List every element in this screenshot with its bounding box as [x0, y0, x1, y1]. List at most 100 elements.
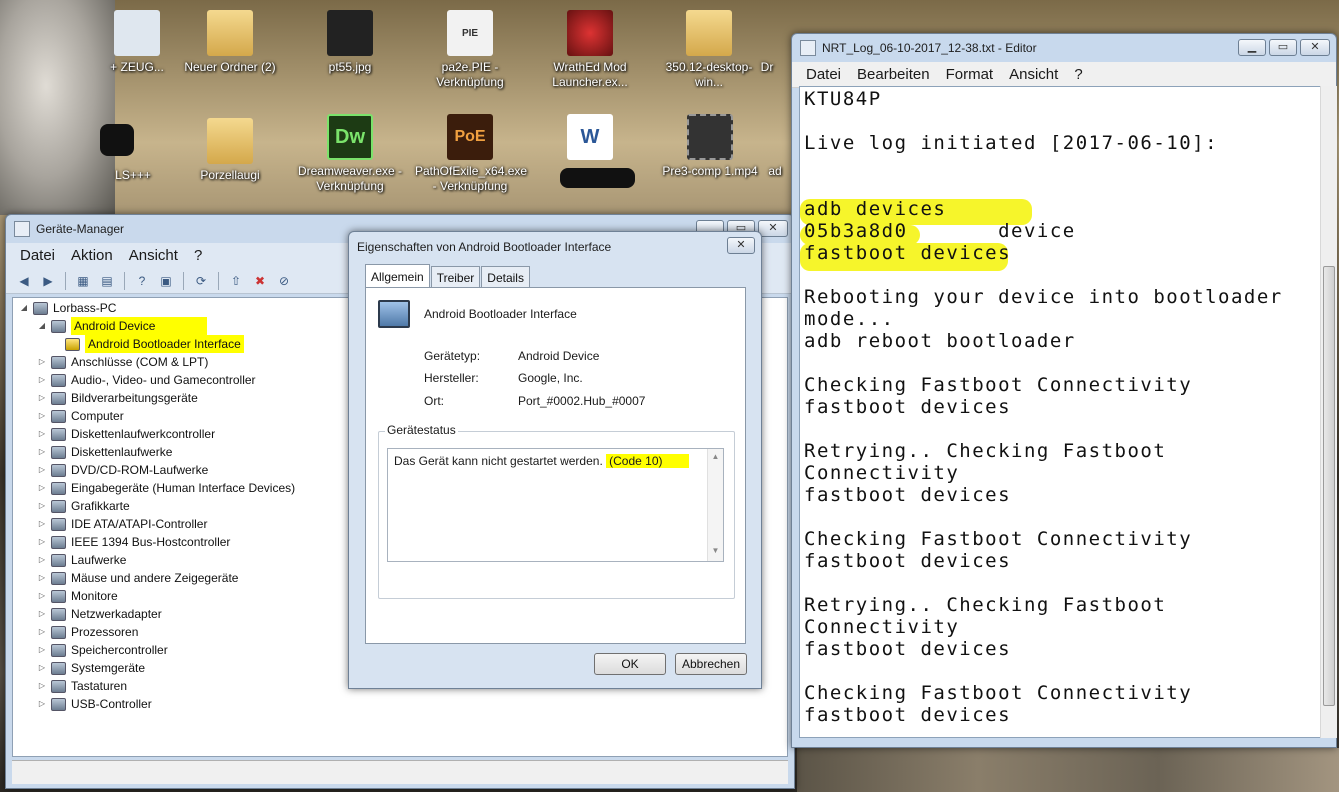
tree-item[interactable]: ▷ Grafikkarte: [37, 497, 130, 515]
close-button[interactable]: ✕: [1300, 39, 1330, 56]
tree-item[interactable]: ▷ Netzwerkadapter: [37, 605, 162, 623]
expand-arrow-icon[interactable]: ▷: [37, 407, 47, 425]
tree-item[interactable]: ▷ Tastaturen: [37, 677, 127, 695]
notepad-text-area[interactable]: KTU84P Live log initiated [2017-06-10]: ad…: [799, 86, 1321, 738]
tree-item[interactable]: ▷ Audio-, Video- und Gamecontroller: [37, 371, 256, 389]
back-arrow-icon[interactable]: ◀: [14, 272, 34, 290]
notepad-scrollbar[interactable]: [1320, 86, 1337, 738]
desktop-icon[interactable]: WrathEd Mod Launcher.ex...: [535, 10, 645, 90]
menu-ansicht[interactable]: Ansicht: [1001, 64, 1066, 85]
tree-item[interactable]: ▷ Diskettenlaufwerke: [37, 443, 172, 461]
expand-arrow-icon[interactable]: ▷: [37, 371, 47, 389]
expand-arrow-icon[interactable]: ▷: [37, 695, 47, 713]
expand-arrow-icon[interactable]: ▷: [37, 641, 47, 659]
desktop-icon[interactable]: PoE PathOfExile_x64.exe - Verknüpfung: [415, 114, 527, 194]
tree-item[interactable]: ▷ Computer: [37, 407, 124, 425]
image-icon: [327, 10, 373, 56]
expand-arrow-icon[interactable]: ▷: [37, 659, 47, 677]
shortcut-icon: PIE: [447, 10, 493, 56]
ok-button[interactable]: OK: [594, 653, 666, 675]
tree-item-android-device[interactable]: ◢ Android Device: [37, 317, 208, 335]
expand-arrow-icon[interactable]: ▷: [37, 443, 47, 461]
tree-item[interactable]: ▷ Diskettenlaufwerkcontroller: [37, 425, 215, 443]
minimize-button[interactable]: ▁: [1238, 39, 1266, 56]
expand-arrow-icon[interactable]: ▷: [37, 515, 47, 533]
text-line: Checking Fastboot Connectivity: [804, 528, 1193, 550]
update-driver-icon[interactable]: ⇧: [226, 272, 246, 290]
menu-datei[interactable]: Datei: [12, 245, 63, 266]
desktop-icon[interactable]: W: [535, 114, 645, 160]
tree-item[interactable]: ▷ Laufwerke: [37, 551, 126, 569]
tree-item[interactable]: ▷ Bildverarbeitungsgeräte: [37, 389, 198, 407]
menu-bearbeiten[interactable]: Bearbeiten: [849, 64, 938, 85]
tree-item-label: Monitore: [71, 589, 118, 603]
tree-item-label: Mäuse und andere Zeigegeräte: [71, 571, 239, 585]
show-hide-tree-icon[interactable]: ▦: [73, 272, 93, 290]
device-status-text[interactable]: Das Gerät kann nicht gestartet werden. (…: [387, 448, 724, 562]
menu-aktion[interactable]: Aktion: [63, 245, 121, 266]
desktop-icon[interactable]: ad: [760, 114, 790, 179]
collapse-arrow-icon[interactable]: ◢: [19, 299, 29, 317]
props-titlebar[interactable]: Eigenschaften von Android Bootloader Int…: [349, 232, 761, 262]
desktop-icon[interactable]: Dr: [742, 10, 792, 75]
tree-item-bootloader[interactable]: Android Bootloader Interface: [65, 335, 244, 353]
scan-hardware-icon[interactable]: ⟳: [191, 272, 211, 290]
expand-arrow-icon[interactable]: ▷: [37, 479, 47, 497]
desktop-icon[interactable]: Pre3-comp 1.mp4: [655, 114, 765, 179]
desktop-wallpaper-bottom: [797, 748, 1339, 792]
expand-arrow-icon[interactable]: ▷: [37, 569, 47, 587]
uninstall-icon[interactable]: ✖: [250, 272, 270, 290]
app-icon: [765, 114, 785, 160]
tab-allgemein[interactable]: Allgemein: [365, 264, 430, 288]
tree-item[interactable]: ▷ IEEE 1394 Bus-Hostcontroller: [37, 533, 231, 551]
expand-arrow-icon[interactable]: ▷: [37, 677, 47, 695]
disable-icon[interactable]: ⊘: [274, 272, 294, 290]
tree-item[interactable]: ▷ Speichercontroller: [37, 641, 168, 659]
tree-item[interactable]: ▷ Anschlüsse (COM & LPT): [37, 353, 208, 371]
view-icon[interactable]: ▣: [156, 272, 176, 290]
close-button[interactable]: ✕: [727, 237, 755, 254]
desktop-icon[interactable]: Porzellaugi: [175, 118, 285, 183]
tree-item[interactable]: ▷ IDE ATA/ATAPI-Controller: [37, 515, 208, 533]
field-label-location: Ort:: [424, 394, 444, 408]
cancel-button[interactable]: Abbrechen: [675, 653, 747, 675]
tree-item[interactable]: ▷ Eingabegeräte (Human Interface Devices): [37, 479, 295, 497]
expand-arrow-icon[interactable]: ▷: [37, 551, 47, 569]
tree-item[interactable]: ▷ Mäuse und andere Zeigegeräte: [37, 569, 239, 587]
forward-arrow-icon[interactable]: ▶: [38, 272, 58, 290]
tree-item[interactable]: ▷ Systemgeräte: [37, 659, 145, 677]
menu-format[interactable]: Format: [938, 64, 1002, 85]
desktop-icon[interactable]: Dw Dreamweaver.exe - Verknüpfung: [295, 114, 405, 194]
help-icon[interactable]: ?: [132, 272, 152, 290]
properties-icon[interactable]: ▤: [97, 272, 117, 290]
expand-arrow-icon[interactable]: ▷: [37, 587, 47, 605]
menu-help[interactable]: ?: [186, 245, 210, 266]
expand-arrow-icon[interactable]: ▷: [37, 497, 47, 515]
device-header: Android Bootloader Interface: [378, 300, 577, 328]
desktop-icon[interactable]: pt55.jpg: [295, 10, 405, 75]
menu-ansicht[interactable]: Ansicht: [121, 245, 186, 266]
expand-arrow-icon[interactable]: ▷: [37, 461, 47, 479]
collapse-arrow-icon[interactable]: ◢: [37, 317, 47, 335]
status-scrollbar[interactable]: ▲ ▼: [707, 449, 723, 561]
expand-arrow-icon[interactable]: ▷: [37, 605, 47, 623]
tree-root[interactable]: ◢ Lorbass-PC: [19, 299, 116, 317]
menu-help[interactable]: ?: [1066, 64, 1090, 85]
status-message: Das Gerät kann nicht gestartet werden.: [394, 454, 603, 468]
expand-arrow-icon[interactable]: ▷: [37, 533, 47, 551]
tree-item[interactable]: ▷ Monitore: [37, 587, 118, 605]
expand-arrow-icon[interactable]: ▷: [37, 425, 47, 443]
scrollbar-thumb[interactable]: [1323, 266, 1335, 706]
expand-arrow-icon[interactable]: ▷: [37, 389, 47, 407]
desktop-icon[interactable]: PIE pa2e.PIE - Verknüpfung: [415, 10, 525, 90]
tree-item[interactable]: ▷ USB-Controller: [37, 695, 152, 713]
menu-datei[interactable]: Datei: [798, 64, 849, 85]
tree-item[interactable]: ▷ DVD/CD-ROM-Laufwerke: [37, 461, 208, 479]
maximize-button[interactable]: ▭: [1269, 39, 1297, 56]
expand-arrow-icon[interactable]: ▷: [37, 353, 47, 371]
android-device-icon: [51, 319, 66, 333]
tree-item[interactable]: ▷ Prozessoren: [37, 623, 138, 641]
expand-arrow-icon[interactable]: ▷: [37, 623, 47, 641]
close-button[interactable]: ✕: [758, 220, 788, 237]
desktop-icon[interactable]: Neuer Ordner (2): [175, 10, 285, 75]
